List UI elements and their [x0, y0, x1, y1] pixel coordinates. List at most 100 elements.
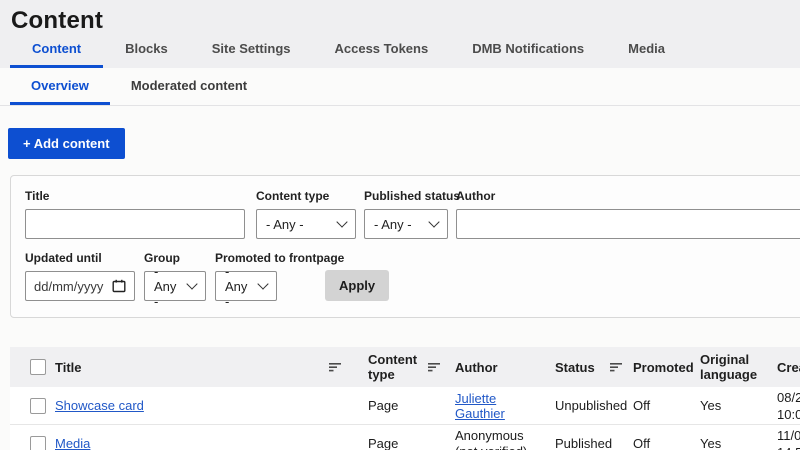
add-content-button[interactable]: + Add content	[8, 128, 125, 159]
tab-media[interactable]: Media	[606, 33, 687, 68]
row-checkbox[interactable]	[30, 436, 46, 450]
row-promoted-cell: Off	[633, 436, 700, 450]
sort-icon[interactable]	[610, 362, 623, 372]
author-filter-label: Author	[456, 189, 800, 203]
promoted-value: Off	[633, 398, 650, 413]
created-value: 08/2 10:0	[777, 389, 800, 423]
select-all-checkbox[interactable]	[30, 359, 46, 375]
filter-promoted-field: Promoted to frontpage - Any -	[215, 251, 277, 301]
content-type-select-value: - Any -	[266, 217, 304, 232]
header-created: Crea	[777, 360, 800, 375]
date-placeholder: dd/mm/yyyy	[34, 279, 103, 294]
content-type-value: Page	[368, 436, 398, 450]
updated-until-date-input[interactable]: dd/mm/yyyy	[25, 271, 135, 301]
filter-group-field: Group - Any -	[144, 251, 206, 301]
page: Content Content Blocks Site Settings Acc…	[0, 0, 800, 450]
row-checkbox[interactable]	[30, 398, 46, 414]
filter-content-type-field: Content type - Any -	[256, 189, 356, 239]
chevron-down-icon	[336, 216, 347, 227]
chevron-down-icon	[257, 278, 268, 289]
filter-updated-until-field: Updated until dd/mm/yyyy	[25, 251, 135, 301]
created-date: 11/0	[777, 428, 800, 443]
author-value: Anonymous (not verified)	[455, 428, 547, 450]
updated-until-filter-label: Updated until	[25, 251, 135, 265]
tab-dmb-notifications[interactable]: DMB Notifications	[450, 33, 606, 68]
row-author-cell: Juliette Gauthier	[455, 391, 555, 421]
filter-title-field: Title	[25, 189, 245, 239]
header-status[interactable]: Status	[555, 360, 633, 375]
original-language-value: Yes	[700, 398, 721, 413]
page-title: Content	[0, 0, 800, 35]
published-status-select[interactable]: - Any -	[364, 209, 448, 239]
status-value: Published	[555, 436, 612, 450]
header-created-label: Crea	[777, 360, 800, 375]
group-select[interactable]: - Any -	[144, 271, 206, 301]
created-time: 14:5	[777, 445, 800, 450]
header-original-language-label: Original language	[700, 352, 762, 382]
sort-icon[interactable]	[428, 362, 441, 372]
row-checkbox-cell	[10, 398, 55, 414]
content-type-select[interactable]: - Any -	[256, 209, 356, 239]
row-content-type-cell: Page	[350, 398, 455, 413]
filter-published-status-field: Published status - Any -	[364, 189, 448, 239]
author-link[interactable]: Juliette Gauthier	[455, 391, 547, 421]
content-title-link[interactable]: Showcase card	[55, 398, 144, 413]
filter-row-2: Updated until dd/mm/yyyy Group - Any -	[25, 251, 800, 301]
row-created-cell: 11/0 14:5	[777, 427, 800, 450]
row-status-cell: Published	[555, 436, 633, 450]
calendar-icon	[112, 279, 126, 293]
table-row: Showcase card Page Juliette Gauthier Unp…	[10, 387, 800, 425]
created-value: 11/0 14:5	[777, 427, 800, 450]
row-content-type-cell: Page	[350, 436, 455, 450]
header-content-type[interactable]: Content type	[350, 352, 455, 382]
created-time: 10:0	[777, 407, 800, 422]
header-title[interactable]: Title	[55, 360, 350, 375]
header-original-language: Original language	[700, 352, 777, 382]
chevron-down-icon	[186, 278, 197, 289]
original-language-value: Yes	[700, 436, 721, 450]
tab-site-settings[interactable]: Site Settings	[190, 33, 313, 68]
content-table: Title Content type Author Status	[10, 347, 800, 450]
header-status-label: Status	[555, 360, 595, 375]
header-author: Author	[455, 360, 555, 375]
apply-button[interactable]: Apply	[325, 270, 389, 301]
header-promoted-label: Promoted	[633, 360, 694, 375]
filter-author-field: Author	[456, 189, 800, 239]
header-checkbox-cell	[10, 359, 55, 375]
row-title-cell: Showcase card	[55, 398, 350, 413]
secondary-tabs: Overview Moderated content	[0, 68, 800, 106]
published-status-filter-label: Published status	[364, 189, 448, 203]
content-type-filter-label: Content type	[256, 189, 356, 203]
promoted-value: Off	[633, 436, 650, 450]
content-title-link[interactable]: Media	[55, 436, 90, 450]
page-header: Content Content Blocks Site Settings Acc…	[0, 0, 800, 68]
title-filter-input[interactable]	[25, 209, 245, 239]
filter-row-1: Title Content type - Any - Published sta…	[25, 189, 800, 239]
row-promoted-cell: Off	[633, 398, 700, 413]
group-select-value: - Any -	[154, 264, 183, 309]
created-date: 08/2	[777, 390, 800, 405]
status-value: Unpublished	[555, 398, 627, 413]
tab-overview[interactable]: Overview	[10, 68, 110, 105]
tab-blocks[interactable]: Blocks	[103, 33, 190, 68]
row-original-language-cell: Yes	[700, 398, 777, 413]
row-title-cell: Media	[55, 436, 350, 450]
table-row: Media Page Anonymous (not verified) Publ…	[10, 425, 800, 450]
promoted-select-value: - Any -	[225, 264, 254, 309]
primary-tabs: Content Blocks Site Settings Access Toke…	[10, 33, 687, 68]
header-promoted: Promoted	[633, 360, 700, 375]
header-content-type-label: Content type	[368, 352, 428, 382]
content-type-value: Page	[368, 398, 398, 413]
title-filter-label: Title	[25, 189, 245, 203]
promoted-select[interactable]: - Any -	[215, 271, 277, 301]
header-title-label: Title	[55, 360, 82, 375]
sort-icon[interactable]	[329, 362, 342, 372]
tab-content[interactable]: Content	[10, 33, 103, 68]
published-status-select-value: - Any -	[374, 217, 412, 232]
tab-access-tokens[interactable]: Access Tokens	[313, 33, 451, 68]
tab-moderated-content[interactable]: Moderated content	[110, 68, 268, 105]
table-header-row: Title Content type Author Status	[10, 347, 800, 387]
filter-panel: Title Content type - Any - Published sta…	[10, 175, 800, 318]
header-author-label: Author	[455, 360, 498, 375]
author-filter-input[interactable]	[456, 209, 800, 239]
